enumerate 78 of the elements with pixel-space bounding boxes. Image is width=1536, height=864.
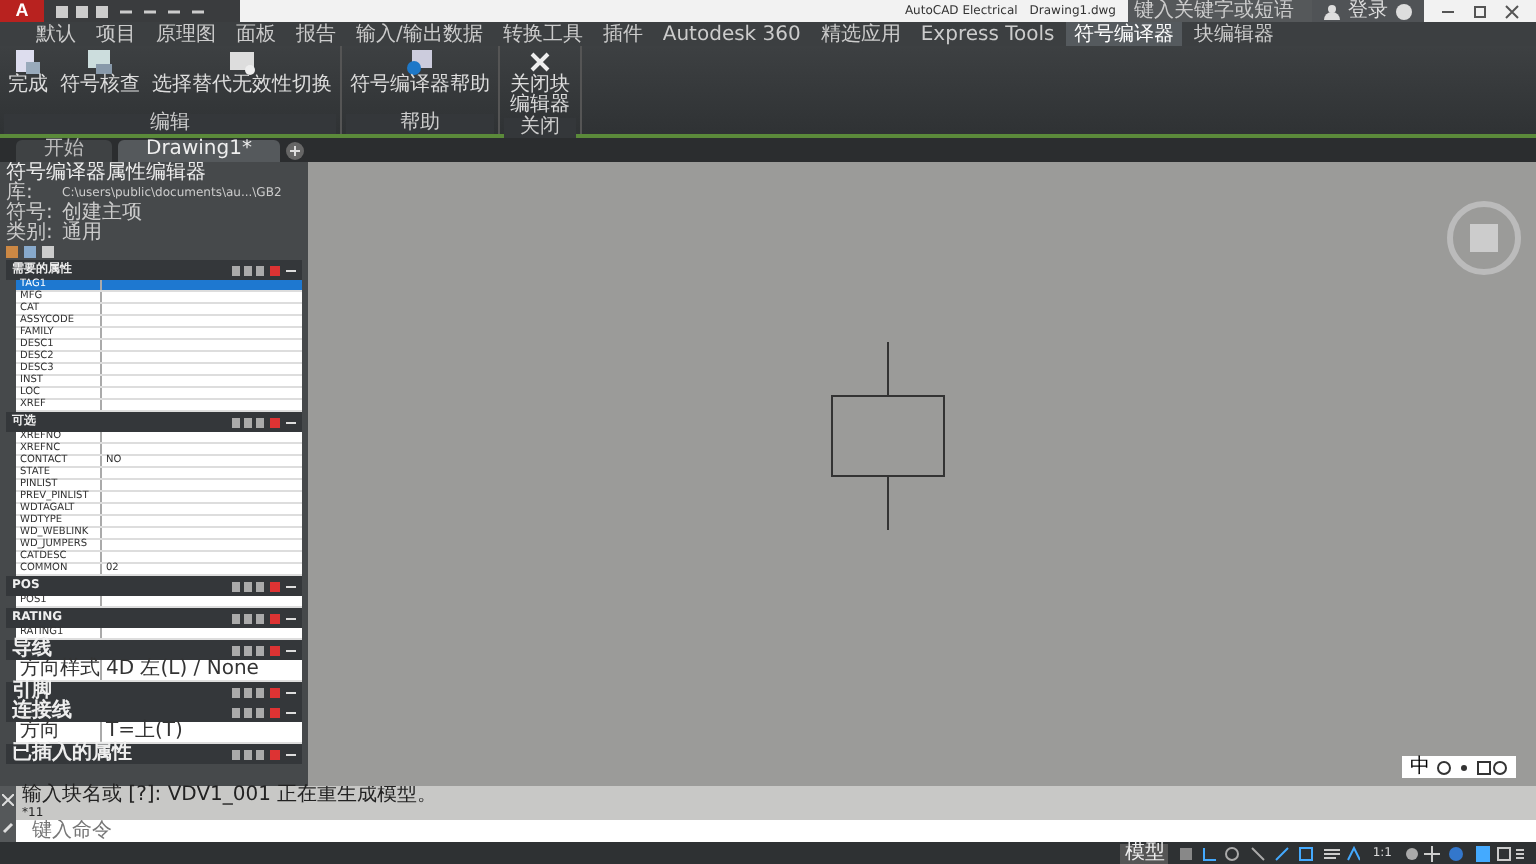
ime-tools-icon[interactable] xyxy=(1436,759,1508,775)
document-tab[interactable]: Drawing1* xyxy=(118,139,280,161)
section-title: 导线 xyxy=(12,640,52,660)
section-tools-icon[interactable] xyxy=(232,645,280,655)
ribbon-tab[interactable]: 转换工具 xyxy=(494,22,591,46)
ribbon-tab[interactable]: 块编辑器 xyxy=(1186,22,1283,46)
attribute-name: 方向 xyxy=(16,722,102,742)
ribbon-button[interactable]: 选择替代无效性切换 xyxy=(148,46,336,114)
maximize-icon[interactable] xyxy=(1472,3,1488,19)
section-tools-icon[interactable] xyxy=(232,265,280,275)
app-logo[interactable]: A xyxy=(0,0,44,22)
section-tools-icon[interactable] xyxy=(232,749,280,759)
info-value: 创建主项 xyxy=(62,204,142,224)
section-tools-icon[interactable] xyxy=(232,417,280,427)
ribbon-button[interactable]: 关闭块编辑器 xyxy=(504,46,576,118)
collapse-icon[interactable] xyxy=(286,749,296,759)
section-title: 引脚 xyxy=(12,682,52,702)
ime-mode[interactable]: 中 xyxy=(1410,757,1430,777)
info-label: 类别: xyxy=(6,224,55,244)
ribbon-tab[interactable]: 插件 xyxy=(594,22,651,46)
ribbon-tab[interactable]: 符号编译器 xyxy=(1066,22,1183,46)
section-header[interactable]: 连接线 xyxy=(6,702,302,722)
ribbon-button[interactable]: 符号核查 xyxy=(56,46,144,114)
collapse-icon[interactable] xyxy=(286,581,296,591)
section-title: 连接线 xyxy=(12,702,74,722)
section-header[interactable]: 已插入的属性 xyxy=(6,744,302,764)
ribbon-tab[interactable]: 输入/输出数据 xyxy=(348,22,491,46)
window-icon xyxy=(86,48,114,76)
attribute-row[interactable]: 方向 T=上(T) xyxy=(16,722,302,744)
ribbon-button[interactable]: 完成 xyxy=(4,46,52,114)
ribbon-tab[interactable]: 默认 xyxy=(28,22,84,46)
close-icon xyxy=(526,48,554,76)
collapse-icon[interactable] xyxy=(286,417,296,427)
ribbon-tab[interactable]: Express Tools xyxy=(912,22,1063,46)
ribbon-tab[interactable]: Autodesk 360 xyxy=(654,22,809,46)
toolbar-icons[interactable] xyxy=(6,246,58,258)
document-tab[interactable]: 开始 xyxy=(16,139,112,161)
new-tab-icon[interactable] xyxy=(285,141,304,159)
attribute-value: T=上(T) xyxy=(106,722,183,742)
window-icon xyxy=(228,48,256,76)
close-icon[interactable] xyxy=(1504,3,1520,19)
ribbon-tab[interactable]: 原理图 xyxy=(148,22,224,46)
section-tools-icon[interactable] xyxy=(232,581,280,591)
user-icon[interactable] xyxy=(1324,3,1340,19)
wrench-icon[interactable] xyxy=(1,820,15,835)
ribbon-tab[interactable]: 精选应用 xyxy=(812,22,909,46)
panel-title: 关闭 xyxy=(504,118,576,138)
help-icon[interactable] xyxy=(1396,3,1412,19)
help-icon xyxy=(406,48,434,76)
section-title: 已插入的属性 xyxy=(12,744,134,764)
attribute-row[interactable]: 方向样式 4D 左(L) / None xyxy=(16,660,302,682)
ime-bar[interactable]: 中 xyxy=(1402,756,1516,778)
section-header[interactable]: 引脚 xyxy=(6,682,302,702)
info-label: 符号: xyxy=(6,204,55,224)
section-tools-icon[interactable] xyxy=(232,613,280,623)
section-tools-icon[interactable] xyxy=(232,707,280,717)
ribbon-tab[interactable]: 报告 xyxy=(288,22,344,46)
collapse-icon[interactable] xyxy=(286,613,296,623)
section-header[interactable]: 导线 xyxy=(6,640,302,660)
collapse-icon[interactable] xyxy=(286,265,296,275)
attribute-name: 方向样式 xyxy=(16,660,102,680)
section-tools-icon[interactable] xyxy=(232,687,280,697)
collapse-icon[interactable] xyxy=(286,645,296,655)
document-icon xyxy=(14,48,42,76)
drawing-canvas[interactable]: 中 xyxy=(308,162,1536,786)
ribbon-tab[interactable]: 面板 xyxy=(228,22,284,46)
info-value: 通用 xyxy=(62,224,102,244)
attribute-value: 4D 左(L) / None xyxy=(104,660,259,680)
ribbon-button[interactable]: 符号编译器帮助 xyxy=(346,46,494,114)
panel-title: 帮助 xyxy=(346,114,494,134)
model-tab[interactable]: 模型 xyxy=(1120,843,1169,863)
panel-title: 编辑 xyxy=(4,114,336,134)
command-input[interactable]: 键入命令 xyxy=(16,820,1536,842)
status-tools-icon[interactable] xyxy=(1404,845,1524,861)
info-label: 库: xyxy=(6,184,33,204)
status-tools-icon[interactable] xyxy=(1180,845,1361,861)
panel-title: 符号编译器属性编辑器 xyxy=(6,162,208,184)
ribbon-tab[interactable]: 项目 xyxy=(88,22,144,46)
